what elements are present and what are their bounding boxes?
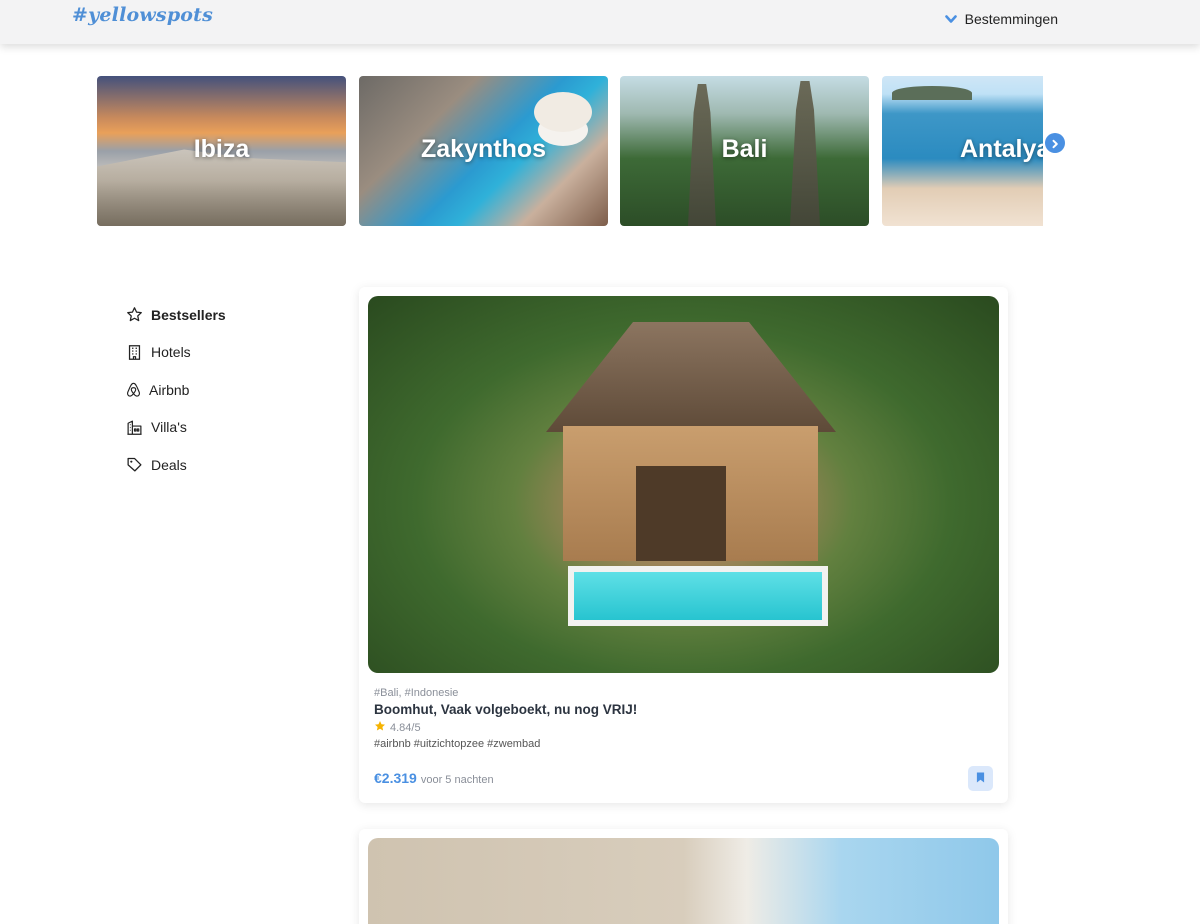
villa-icon bbox=[126, 419, 143, 436]
building-icon bbox=[126, 344, 143, 361]
photo-detail bbox=[546, 322, 836, 432]
listing-card[interactable]: #Bali, #Indonesie Boomhut, Vaak volgeboe… bbox=[359, 287, 1008, 803]
destination-title: Antalya bbox=[960, 135, 1043, 163]
chevron-down-icon bbox=[944, 14, 957, 24]
listing-location: #Bali, #Indonesie bbox=[374, 687, 459, 699]
sidebar-item-label: Airbnb bbox=[149, 381, 190, 398]
sidebar-item-airbnb[interactable]: Airbnb bbox=[126, 371, 326, 409]
category-sidebar: Bestsellers Hotels Airbnb Villa's Deals bbox=[126, 296, 326, 484]
logo-text: yellowspots bbox=[88, 4, 214, 26]
listing-rating: 4.84/5 bbox=[374, 720, 993, 735]
airbnb-icon bbox=[126, 381, 141, 398]
sidebar-item-hotels[interactable]: Hotels bbox=[126, 334, 326, 372]
listing-photo[interactable] bbox=[368, 838, 999, 924]
sidebar-item-label: Bestsellers bbox=[151, 306, 226, 323]
destination-carousel: Ibiza Zakynthos Bali Antalya bbox=[97, 76, 1043, 226]
listing-price: €2.319 bbox=[374, 769, 417, 786]
carousel-next-button[interactable] bbox=[1045, 133, 1065, 153]
destination-card-antalya[interactable]: Antalya bbox=[882, 76, 1043, 226]
sidebar-item-deals[interactable]: Deals bbox=[126, 446, 326, 484]
bookmark-button[interactable] bbox=[968, 766, 993, 791]
destination-card-zakynthos[interactable]: Zakynthos bbox=[359, 76, 608, 226]
listing-price-row: €2.319 voor 5 nachten bbox=[374, 766, 993, 791]
bookmark-icon bbox=[976, 770, 985, 788]
sidebar-item-bestsellers[interactable]: Bestsellers bbox=[126, 296, 326, 334]
tag-icon bbox=[126, 456, 143, 473]
listing-tags: #airbnb #uitzichtopzee #zwembad bbox=[374, 738, 541, 750]
star-filled-icon bbox=[374, 720, 386, 735]
logo[interactable]: #yellowspots bbox=[72, 4, 213, 26]
photo-detail bbox=[636, 466, 726, 561]
photo-detail bbox=[568, 566, 828, 626]
destination-title: Zakynthos bbox=[420, 135, 547, 163]
top-navigation-bar: #yellowspots Bestemmingen bbox=[0, 0, 1200, 44]
chevron-right-icon bbox=[1050, 134, 1060, 153]
destination-title: Bali bbox=[721, 135, 768, 163]
rating-value: 4.84/5 bbox=[390, 721, 421, 734]
destinations-dropdown[interactable]: Bestemmingen bbox=[944, 11, 1058, 27]
listing-meta: #Bali, #Indonesie Boomhut, Vaak volgeboe… bbox=[374, 687, 993, 750]
price-note: voor 5 nachten bbox=[420, 773, 494, 786]
sidebar-item-label: Villa's bbox=[151, 419, 187, 436]
destinations-label: Bestemmingen bbox=[964, 11, 1058, 27]
listing-card[interactable] bbox=[359, 829, 1008, 924]
sidebar-item-label: Hotels bbox=[151, 344, 191, 361]
sidebar-item-label: Deals bbox=[151, 456, 187, 473]
price-block: €2.319 voor 5 nachten bbox=[374, 770, 494, 788]
destination-card-ibiza[interactable]: Ibiza bbox=[97, 76, 346, 226]
sidebar-item-villas[interactable]: Villa's bbox=[126, 409, 326, 447]
listing-title[interactable]: Boomhut, Vaak volgeboekt, nu nog VRIJ! bbox=[374, 702, 993, 717]
listing-photo[interactable] bbox=[368, 296, 999, 673]
logo-hash: # bbox=[72, 4, 89, 26]
star-icon bbox=[126, 306, 143, 323]
destination-card-bali[interactable]: Bali bbox=[620, 76, 869, 226]
destination-title: Ibiza bbox=[193, 135, 250, 163]
